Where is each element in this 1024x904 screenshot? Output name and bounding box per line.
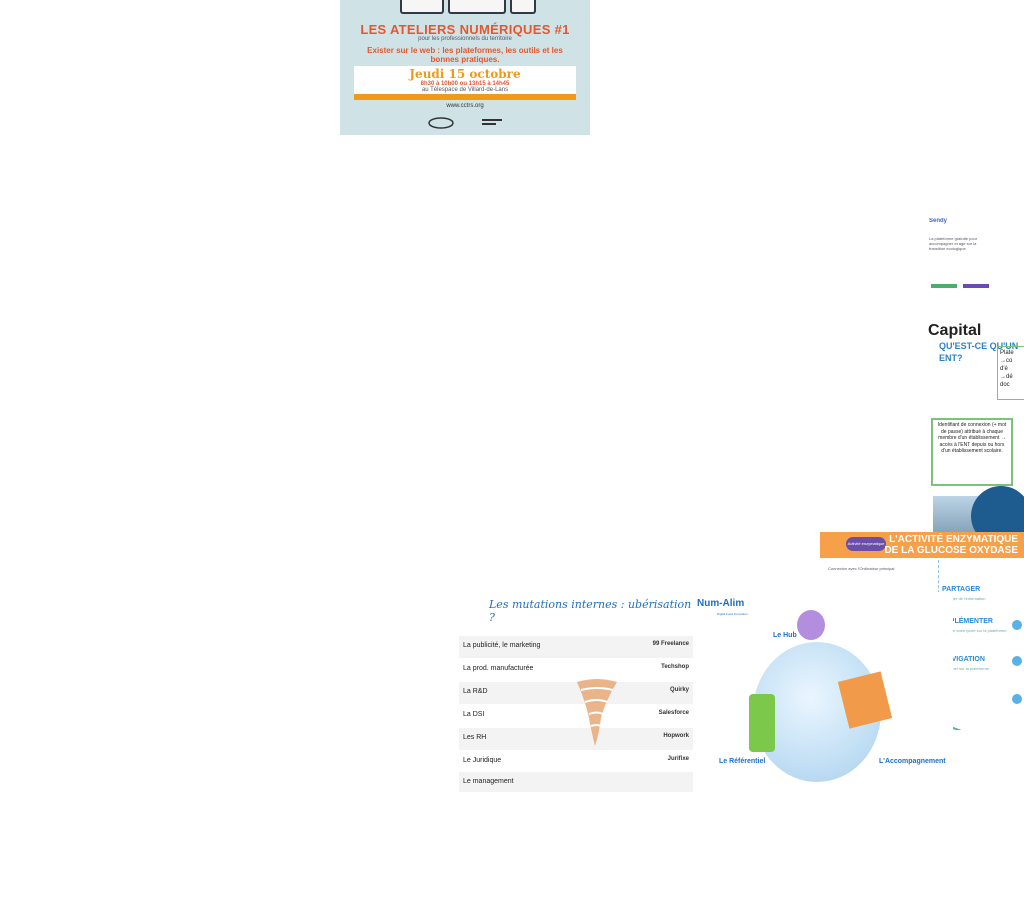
row-label: Le management [463, 778, 514, 785]
blue-circle-graphic [971, 486, 1024, 538]
poster-website: www.cctrs.org [446, 103, 484, 109]
poster-subtitle: pour les professionnels du territoire [418, 36, 512, 42]
poster-orange-bar [354, 94, 576, 100]
ent-purple-button [963, 284, 989, 288]
mutations-title: Les mutations internes : ubérisation ? [489, 598, 692, 624]
platform-line-3: →dé [1000, 374, 1013, 380]
num-alim-subtitle: Digital Food Innovation [717, 612, 748, 616]
row-brand: Jurifixe [667, 756, 689, 762]
poster-date: Jeudi 15 octobre [409, 67, 521, 81]
platform-line-4: doc [1000, 382, 1010, 388]
row-label: Le Juridique [463, 757, 502, 764]
table-row: Le management [459, 772, 695, 792]
ent-slide[interactable]: Sendy La plateforme gratuite pour accomp… [925, 218, 1024, 538]
poster-title: LES ATELIERS NUMÉRIQUES #1 [360, 22, 570, 37]
row-label: La R&D [463, 688, 488, 695]
hub-label: Le Hub [773, 632, 797, 639]
ent-header: Sendy [929, 218, 948, 224]
row-label: La prod. manufacturée [463, 665, 534, 672]
step-dot [1012, 656, 1022, 666]
glucose-title: L'ACTIVITÉ ENZYMATIQUE DE LA GLUCOSE OXY… [884, 534, 1018, 556]
glucose-title-line-2: DE LA GLUCOSE OXYDASE [884, 545, 1018, 556]
poster-description: Exister sur le web : les plateformes, le… [367, 46, 563, 64]
tornado-icon [577, 679, 617, 746]
ent-green-button [931, 284, 957, 288]
glucose-tag: Activité enzymatique [846, 537, 886, 551]
platform-box: Plate →co d'é →dé doc [997, 346, 1024, 400]
step-dot [1012, 694, 1022, 704]
glucose-oxydase-banner[interactable]: Activité enzymatique L'ACTIVITÉ ENZYMATI… [820, 532, 1024, 558]
platform-line-1: →co [1000, 358, 1013, 364]
row-brand: 99 Freelance [652, 641, 689, 647]
row-label: La DSI [463, 711, 485, 718]
row-label: Les RH [463, 734, 487, 741]
row-brand: Techshop [661, 664, 689, 670]
num-alim-slide[interactable]: Num-Alim Digital Food Innovation Le Hub … [693, 592, 953, 792]
row-brand: Salesforce [658, 710, 689, 716]
table-row: Le Juridique Jurifixe [459, 751, 695, 774]
step-dot [1012, 620, 1022, 630]
row-brand: Quirky [669, 687, 689, 693]
poster-place: au Télespace de Villard-de-Lans [421, 87, 509, 93]
ateliers-numeriques-poster[interactable]: LES ATELIERS NUMÉRIQUES #1 pour les prof… [340, 0, 590, 135]
clock-icon [797, 610, 825, 640]
green-cylinder [749, 694, 775, 752]
mutations-internes-slide[interactable]: Les mutations internes : ubérisation ? L… [459, 590, 699, 792]
poster-date-band: Jeudi 15 octobre 8h30 à 10h00 ou 13h15 à… [354, 66, 576, 94]
platform-line-2: d'é [1000, 366, 1008, 372]
row-label: La publicité, le marketing [463, 642, 541, 649]
glucose-title-line-1: L'ACTIVITÉ ENZYMATIQUE [889, 534, 1018, 545]
screens-illustration [400, 0, 540, 14]
referentiel-label: Le Référentiel [719, 758, 766, 765]
ent-intro: La plateforme gratuite pour accompagner … [929, 236, 978, 251]
table-row: La publicité, le marketing 99 Freelance [459, 636, 695, 659]
partner-logos [428, 117, 502, 129]
capital-logo: Capital [928, 322, 982, 339]
platform-label: Plate [1000, 350, 1014, 356]
accompagnement-label: L'Accompagnement [879, 758, 946, 765]
connection-label: Connexion avec l'Ordinateur principal [828, 566, 895, 571]
row-brand: Hopwork [663, 733, 689, 739]
num-alim-logo: Num-Alim [697, 598, 745, 609]
identifier-box: Identifiant de connexion (+ mot de passe… [931, 418, 1013, 486]
